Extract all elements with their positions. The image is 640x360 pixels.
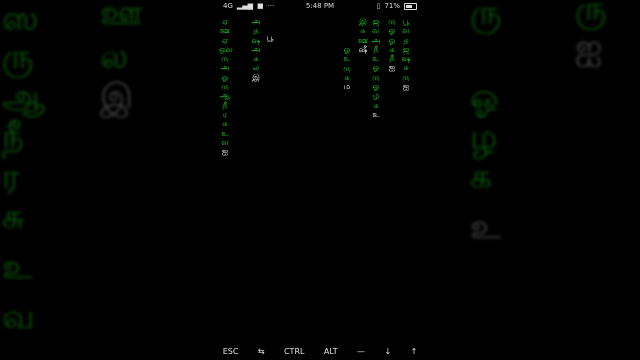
status-bar: 4G ▂▄▆ ■ ··· 5:48 PM ▯ 71% (213, 0, 427, 12)
matrix-head-glyph: ஐ (388, 63, 396, 73)
matrix-column: ஏ ஊ ஏ ஔ ரு அ ஓ ரு ஆ நீ ர சு உ ள ஐ (219, 17, 233, 157)
matrix-glyph: உ (221, 128, 229, 138)
vibrate-icon: ▯ (376, 2, 381, 10)
matrix-glyph: க (373, 100, 379, 110)
matrix-glyph: த (253, 26, 259, 36)
matrix-glyph: ரு (388, 17, 396, 26)
background-glyph: ழ (470, 117, 498, 157)
matrix-column: ஜ வ அ நீ உ ஓ ரு ஓ ழ க உ (370, 17, 382, 119)
background-glyph: நீ (2, 117, 24, 157)
dash-key[interactable]: — (354, 345, 368, 358)
matrix-glyph: ரு (402, 72, 410, 82)
phone-screen: 4G ▂▄▆ ■ ··· 5:48 PM ▯ 71% ஏ ஊ ஏ ஔ ரு அ ஓ ரு ஆ நீ… (213, 0, 427, 360)
arrow-up-key[interactable]: ↑ (408, 345, 421, 358)
matrix-glyph: அ (220, 63, 230, 73)
matrix-glyph: ஓ (388, 26, 396, 36)
matrix-glyph: ழ (372, 91, 380, 101)
matrix-glyph: த (403, 35, 409, 45)
background-glyph: வ (2, 297, 35, 337)
matrix-glyph: ஷ (251, 35, 261, 45)
matrix-glyph: ஏ (221, 35, 229, 45)
background-glyph: ஊ (100, 0, 143, 33)
matrix-column: ரு ஓ ஓ க நீ ஐ (386, 17, 398, 73)
background-glyph: ஆ (2, 77, 45, 117)
matrix-glyph: நீ (373, 44, 379, 54)
matrix-glyph: ஊ (357, 35, 369, 45)
matrix-glyph: ஏ (221, 17, 229, 26)
matrix-glyph: ரு (221, 82, 229, 92)
matrix-head-glyph: ஷீ (358, 44, 368, 54)
background-glyph: ஐ (575, 27, 603, 67)
matrix-glyph: ரு (221, 54, 229, 64)
battery-icon (404, 2, 417, 10)
matrix-column: பூ ள த ஜ ஷ க ரு ஐ (400, 17, 412, 91)
matrix-glyph: ஓ (221, 72, 229, 82)
matrix-glyph: ஜ (402, 44, 410, 54)
matrix-head-glyph: ம (343, 82, 351, 92)
tab-key[interactable]: ⇆ (255, 345, 268, 358)
background-glyph: க (470, 157, 492, 197)
matrix-glyph: நீ (222, 100, 228, 110)
matrix-glyph: ஓ (372, 82, 380, 92)
matrix-glyph: க (403, 63, 409, 73)
matrix-glyph: க (253, 54, 259, 64)
matrix-glyph: அ (251, 44, 261, 54)
matrix-glyph: உ (343, 54, 351, 64)
background-glyph: ரு (575, 0, 607, 29)
matrix-glyph: சு (360, 26, 366, 36)
matrix-glyph: இ (359, 17, 367, 26)
matrix-column: பூ (264, 33, 276, 42)
matrix-glyph: ள (221, 137, 229, 147)
matrix-glyph: ஔ (219, 44, 233, 54)
matrix-glyph: ஓ (388, 35, 396, 45)
background-glyph: சு (2, 197, 25, 237)
matrix-glyph: அ (251, 17, 261, 26)
background-glyph: உ (2, 247, 33, 287)
matrix-glyph: ஜ (372, 17, 380, 26)
background-glyph: ரு (470, 0, 502, 33)
matrix-glyph: நீ (389, 54, 395, 64)
matrix-glyph: ஆ (219, 91, 231, 101)
alt-key[interactable]: ALT (321, 345, 341, 358)
extra-keys-bar: ESC ⇆ CTRL ALT — ↓ ↑ (213, 342, 427, 360)
matrix-glyph: ஓ (372, 63, 380, 73)
background-glyph: ரு (2, 37, 34, 77)
matrix-glyph: ஓ (343, 45, 351, 54)
arrow-down-key[interactable]: ↓ (381, 345, 394, 358)
matrix-glyph: ரு (343, 63, 351, 73)
matrix-glyph: ள (402, 26, 410, 36)
matrix-head-glyph: ஐ (221, 147, 229, 157)
matrix-head-glyph: ஐ (402, 82, 410, 92)
battery-percent: 71% (384, 2, 400, 10)
matrix-glyph: க (389, 44, 395, 54)
matrix-glyph: பூ (402, 17, 410, 26)
background-glyph: ஓ (470, 77, 499, 117)
matrix-glyph: சு (222, 119, 228, 129)
battery-level (406, 4, 413, 8)
background-glyph: ஸ (2, 0, 39, 39)
matrix-glyph: ர (222, 109, 228, 119)
matrix-glyph: உ (372, 54, 380, 64)
status-right: ▯ 71% (377, 2, 417, 10)
matrix-glyph: ஊ (219, 26, 231, 36)
matrix-glyph: க (344, 72, 350, 82)
background-glyph: உ (470, 207, 501, 247)
matrix-column: ஓ உ ரு க ம (341, 45, 353, 91)
background-glyph: ர (2, 157, 20, 197)
ctrl-key[interactable]: CTRL (281, 345, 308, 358)
matrix-head-glyph: உ (372, 109, 380, 119)
matrix-head-glyph: இ (252, 72, 260, 82)
background-glyph: இ (100, 77, 134, 117)
matrix-glyph: வ (372, 26, 380, 36)
matrix-glyph: ரு (372, 72, 380, 82)
matrix-column: அதஷஅகலஇ (250, 17, 262, 82)
matrix-glyph: ல (252, 63, 260, 73)
matrix-head-glyph: பூ (266, 33, 274, 42)
matrix-column: இ சு ஊ ஷீ (357, 17, 369, 54)
esc-key[interactable]: ESC (220, 345, 242, 358)
matrix-glyph: ஷ (401, 54, 411, 64)
matrix-glyph: அ (371, 35, 381, 45)
